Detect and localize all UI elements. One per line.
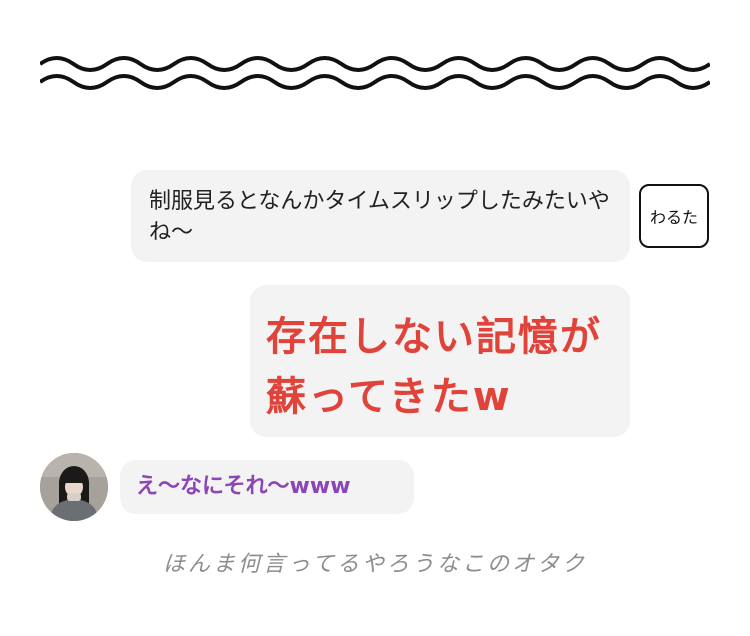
message-bubble-2: 存在しない記憶が蘇ってきたw [250,285,630,437]
message-bubble-1: 制服見るとなんかタイムスリップしたみたいやね〜 [131,170,630,262]
sender-tag: わるた [639,184,709,248]
caption-text: ほんま何言ってるやろうなこのオタク [163,552,587,577]
user-photo-avatar-icon [40,453,108,521]
wavy-divider-icon [40,56,710,90]
message-bubble-3: え〜なにそれ〜www [120,460,414,514]
